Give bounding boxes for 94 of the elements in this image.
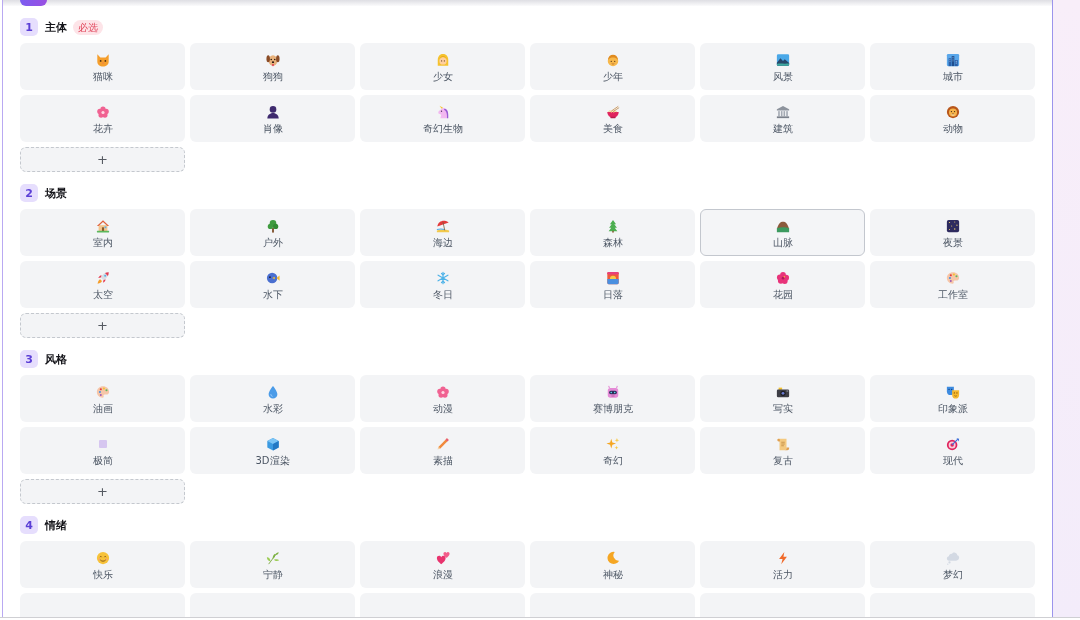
option-card[interactable]: 花卉 xyxy=(20,95,185,142)
option-card[interactable]: 水下 xyxy=(190,261,355,308)
option-card[interactable]: 神秘 xyxy=(530,541,695,588)
dog-face-icon xyxy=(265,53,280,67)
tree-icon xyxy=(265,219,280,233)
scroll-icon xyxy=(775,437,790,451)
house-icon xyxy=(95,219,110,233)
option-card[interactable]: 写实 xyxy=(700,375,865,422)
add-option-button[interactable]: + xyxy=(20,313,185,338)
option-card[interactable]: 山脉 xyxy=(700,209,865,256)
option-card[interactable]: 少年 xyxy=(530,43,695,90)
option-card[interactable]: 宁静 xyxy=(190,541,355,588)
option-card[interactable]: 建筑 xyxy=(700,95,865,142)
option-card[interactable]: 活力 xyxy=(700,541,865,588)
option-card[interactable]: 动物 xyxy=(870,95,1035,142)
option-card[interactable]: 狗狗 xyxy=(190,43,355,90)
option-card[interactable]: 动漫 xyxy=(360,375,525,422)
option-card[interactable]: 浪漫 xyxy=(360,541,525,588)
option-card[interactable]: 少女 xyxy=(360,43,525,90)
mountain-icon xyxy=(775,219,790,233)
add-option-button[interactable]: + xyxy=(20,479,185,504)
option-card[interactable]: 肖像 xyxy=(190,95,355,142)
unicorn-icon xyxy=(435,105,450,119)
section-title: 风格 xyxy=(45,351,67,367)
section-title: 主体 xyxy=(45,19,67,35)
blossom-icon xyxy=(95,105,110,119)
option-card[interactable]: 油画 xyxy=(20,375,185,422)
night-sky-icon xyxy=(945,219,960,233)
option-card[interactable]: 冬日 xyxy=(360,261,525,308)
required-tag: 必选 xyxy=(73,19,103,35)
option-card[interactable]: 3D渲染 xyxy=(190,427,355,474)
option-card[interactable]: 户外 xyxy=(190,209,355,256)
sunset-icon xyxy=(605,271,620,285)
boy-icon xyxy=(605,53,620,67)
option-card[interactable]: 奇幻生物 xyxy=(360,95,525,142)
add-option-button[interactable]: + xyxy=(20,147,185,172)
landscape-picture-icon xyxy=(775,53,790,67)
option-card[interactable]: 室内 xyxy=(20,209,185,256)
hearts-icon xyxy=(435,551,450,565)
palette-icon xyxy=(95,385,110,399)
cat-face-icon xyxy=(95,53,110,67)
option-card[interactable]: 素描 xyxy=(360,427,525,474)
camera-icon xyxy=(775,385,790,399)
option-card[interactable]: 赛博朋克 xyxy=(530,375,695,422)
square-icon xyxy=(98,440,107,448)
option-card[interactable]: 印象派 xyxy=(870,375,1035,422)
robot-face-icon xyxy=(605,385,620,399)
option-card[interactable]: 复古 xyxy=(700,427,865,474)
option-card[interactable]: 日落 xyxy=(530,261,695,308)
section-title: 情绪 xyxy=(45,517,67,533)
option-card[interactable]: 工作室 xyxy=(870,261,1035,308)
step-number: 2 xyxy=(20,184,38,202)
rocket-icon xyxy=(95,271,110,285)
header-button[interactable] xyxy=(20,0,47,6)
columned-building-icon xyxy=(775,105,790,119)
lion-face-icon xyxy=(945,105,960,119)
option-card[interactable]: 梦幻 xyxy=(870,541,1035,588)
theater-masks-icon xyxy=(945,385,960,399)
pencil-icon xyxy=(435,437,450,451)
option-card[interactable]: 夜景 xyxy=(870,209,1035,256)
fish-icon xyxy=(265,271,280,285)
palette-icon xyxy=(945,271,960,285)
noodle-bowl-icon xyxy=(605,105,620,119)
person-silhouette-icon xyxy=(265,105,280,119)
step-number: 1 xyxy=(20,18,38,36)
blossom-icon xyxy=(435,385,450,399)
cube-icon xyxy=(265,437,280,451)
option-card[interactable]: 风景 xyxy=(700,43,865,90)
section-title: 场景 xyxy=(45,185,67,201)
herb-icon xyxy=(265,551,280,565)
option-card[interactable]: 海边 xyxy=(360,209,525,256)
target-icon xyxy=(945,437,960,451)
option-card[interactable]: 城市 xyxy=(870,43,1035,90)
girl-icon xyxy=(435,53,450,67)
option-card[interactable]: 森林 xyxy=(530,209,695,256)
crescent-moon-icon xyxy=(605,551,620,565)
option-card[interactable]: 奇幻 xyxy=(530,427,695,474)
step-number: 4 xyxy=(20,516,38,534)
sparkles-icon xyxy=(605,437,620,451)
option-card[interactable]: 花园 xyxy=(700,261,865,308)
option-card[interactable]: 美食 xyxy=(530,95,695,142)
step-number: 3 xyxy=(20,350,38,368)
hibiscus-icon xyxy=(775,271,790,285)
option-card[interactable]: 太空 xyxy=(20,261,185,308)
option-card[interactable]: 现代 xyxy=(870,427,1035,474)
smiling-face-icon xyxy=(95,551,110,565)
beach-umbrella-icon xyxy=(435,219,450,233)
option-card[interactable]: 猫咪 xyxy=(20,43,185,90)
city-buildings-icon xyxy=(945,53,960,67)
snowflake-icon xyxy=(435,271,450,285)
thought-bubble-icon xyxy=(945,551,960,565)
option-card[interactable]: 快乐 xyxy=(20,541,185,588)
option-card[interactable]: 极简 xyxy=(20,427,185,474)
option-card[interactable]: 水彩 xyxy=(190,375,355,422)
